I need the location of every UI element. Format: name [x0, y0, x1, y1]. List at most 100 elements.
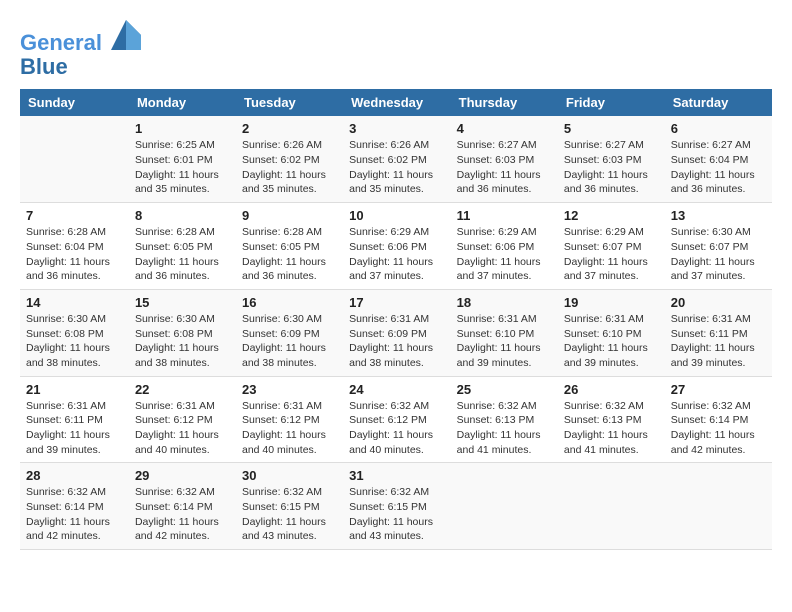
week-row-1: 1Sunrise: 6:25 AMSunset: 6:01 PMDaylight… [20, 116, 772, 202]
calendar-cell: 23 Sunrise: 6:31 AMSunset: 6:12 PMDayligh… [236, 376, 343, 463]
week-row-3: 14 Sunrise: 6:30 AMSunset: 6:08 PMDayligh… [20, 289, 772, 376]
column-header-friday: Friday [558, 89, 665, 116]
calendar-cell [665, 463, 772, 550]
calendar-cell: 11 Sunrise: 6:29 AMSunset: 6:06 PMDayligh… [451, 203, 558, 290]
day-number: 11 [457, 208, 552, 223]
cell-info: Sunrise: 6:29 AMSunset: 6:06 PMDaylight:… [349, 226, 433, 282]
calendar-cell: 5Sunrise: 6:27 AMSunset: 6:03 PMDaylight… [558, 116, 665, 202]
calendar-cell: 2 Sunrise: 6:26 AMSunset: 6:02 PMDaylight… [236, 116, 343, 202]
cell-info: Sunrise: 6:32 AMSunset: 6:14 PMDaylight:… [135, 486, 219, 542]
day-number: 22 [135, 382, 230, 397]
calendar-cell: 30Sunrise: 6:32 AMSunset: 6:15 PMDayligh… [236, 463, 343, 550]
day-number: 4 [457, 121, 552, 136]
cell-info: Sunrise: 6:26 AMSunset: 6:02 PMDaylight:… [242, 139, 326, 195]
calendar-cell [20, 116, 129, 202]
day-number: 7 [26, 208, 123, 223]
calendar-cell: 24Sunrise: 6:32 AMSunset: 6:12 PMDayligh… [343, 376, 451, 463]
day-number: 3 [349, 121, 445, 136]
day-number: 28 [26, 468, 123, 483]
day-number: 24 [349, 382, 445, 397]
calendar-cell: 4 Sunrise: 6:27 AMSunset: 6:03 PMDaylight… [451, 116, 558, 202]
column-header-tuesday: Tuesday [236, 89, 343, 116]
cell-info: Sunrise: 6:31 AMSunset: 6:09 PMDaylight:… [349, 313, 433, 369]
cell-info: Sunrise: 6:31 AMSunset: 6:11 PMDaylight:… [26, 400, 110, 456]
calendar-cell: 9 Sunrise: 6:28 AMSunset: 6:05 PMDaylight… [236, 203, 343, 290]
cell-info: Sunrise: 6:27 AMSunset: 6:04 PMDaylight:… [671, 139, 755, 195]
week-row-2: 7 Sunrise: 6:28 AMSunset: 6:04 PMDaylight… [20, 203, 772, 290]
column-header-saturday: Saturday [665, 89, 772, 116]
day-number: 2 [242, 121, 337, 136]
calendar-table: SundayMondayTuesdayWednesdayThursdayFrid… [20, 89, 772, 550]
calendar-cell: 19Sunrise: 6:31 AMSunset: 6:10 PMDayligh… [558, 289, 665, 376]
calendar-cell: 8 Sunrise: 6:28 AMSunset: 6:05 PMDaylight… [129, 203, 236, 290]
logo-blue: Blue [20, 55, 141, 79]
logo-text: General [20, 20, 141, 55]
calendar-cell [451, 463, 558, 550]
cell-info: Sunrise: 6:26 AMSunset: 6:02 PMDaylight:… [349, 139, 433, 195]
cell-info: Sunrise: 6:28 AMSunset: 6:04 PMDaylight:… [26, 226, 110, 282]
calendar-cell: 18 Sunrise: 6:31 AMSunset: 6:10 PMDayligh… [451, 289, 558, 376]
day-number: 18 [457, 295, 552, 310]
calendar-cell: 7 Sunrise: 6:28 AMSunset: 6:04 PMDaylight… [20, 203, 129, 290]
calendar-cell: 17Sunrise: 6:31 AMSunset: 6:09 PMDayligh… [343, 289, 451, 376]
calendar-cell: 13 Sunrise: 6:30 AMSunset: 6:07 PMDayligh… [665, 203, 772, 290]
cell-info: Sunrise: 6:30 AMSunset: 6:08 PMDaylight:… [26, 313, 110, 369]
day-number: 12 [564, 208, 659, 223]
calendar-body: 1Sunrise: 6:25 AMSunset: 6:01 PMDaylight… [20, 116, 772, 549]
cell-info: Sunrise: 6:30 AMSunset: 6:09 PMDaylight:… [242, 313, 326, 369]
calendar-cell: 20 Sunrise: 6:31 AMSunset: 6:11 PMDayligh… [665, 289, 772, 376]
cell-info: Sunrise: 6:31 AMSunset: 6:10 PMDaylight:… [457, 313, 541, 369]
cell-info: Sunrise: 6:31 AMSunset: 6:11 PMDaylight:… [671, 313, 755, 369]
cell-info: Sunrise: 6:29 AMSunset: 6:06 PMDaylight:… [457, 226, 541, 282]
day-number: 25 [457, 382, 552, 397]
cell-info: Sunrise: 6:31 AMSunset: 6:12 PMDaylight:… [242, 400, 326, 456]
day-number: 14 [26, 295, 123, 310]
cell-info: Sunrise: 6:30 AMSunset: 6:08 PMDaylight:… [135, 313, 219, 369]
day-number: 23 [242, 382, 337, 397]
day-number: 1 [135, 121, 230, 136]
cell-info: Sunrise: 6:32 AMSunset: 6:14 PMDaylight:… [671, 400, 755, 456]
calendar-cell: 14 Sunrise: 6:30 AMSunset: 6:08 PMDayligh… [20, 289, 129, 376]
calendar-cell: 1Sunrise: 6:25 AMSunset: 6:01 PMDaylight… [129, 116, 236, 202]
cell-info: Sunrise: 6:32 AMSunset: 6:15 PMDaylight:… [242, 486, 326, 542]
column-header-wednesday: Wednesday [343, 89, 451, 116]
calendar-cell: 16 Sunrise: 6:30 AMSunset: 6:09 PMDayligh… [236, 289, 343, 376]
cell-info: Sunrise: 6:29 AMSunset: 6:07 PMDaylight:… [564, 226, 648, 282]
cell-info: Sunrise: 6:31 AMSunset: 6:12 PMDaylight:… [135, 400, 219, 456]
calendar-cell: 26Sunrise: 6:32 AMSunset: 6:13 PMDayligh… [558, 376, 665, 463]
page-header: General Blue [20, 20, 772, 79]
cell-info: Sunrise: 6:32 AMSunset: 6:14 PMDaylight:… [26, 486, 110, 542]
day-number: 9 [242, 208, 337, 223]
week-row-4: 21 Sunrise: 6:31 AMSunset: 6:11 PMDayligh… [20, 376, 772, 463]
day-number: 6 [671, 121, 766, 136]
cell-info: Sunrise: 6:27 AMSunset: 6:03 PMDaylight:… [564, 139, 648, 195]
cell-info: Sunrise: 6:32 AMSunset: 6:13 PMDaylight:… [564, 400, 648, 456]
cell-info: Sunrise: 6:30 AMSunset: 6:07 PMDaylight:… [671, 226, 755, 282]
cell-info: Sunrise: 6:31 AMSunset: 6:10 PMDaylight:… [564, 313, 648, 369]
calendar-cell: 22 Sunrise: 6:31 AMSunset: 6:12 PMDayligh… [129, 376, 236, 463]
cell-info: Sunrise: 6:27 AMSunset: 6:03 PMDaylight:… [457, 139, 541, 195]
day-number: 15 [135, 295, 230, 310]
calendar-cell: 29Sunrise: 6:32 AMSunset: 6:14 PMDayligh… [129, 463, 236, 550]
day-number: 20 [671, 295, 766, 310]
day-number: 21 [26, 382, 123, 397]
calendar-cell: 31 Sunrise: 6:32 AMSunset: 6:15 PMDayligh… [343, 463, 451, 550]
day-number: 16 [242, 295, 337, 310]
calendar-cell: 25 Sunrise: 6:32 AMSunset: 6:13 PMDayligh… [451, 376, 558, 463]
column-header-sunday: Sunday [20, 89, 129, 116]
calendar-header: SundayMondayTuesdayWednesdayThursdayFrid… [20, 89, 772, 116]
day-number: 13 [671, 208, 766, 223]
day-number: 31 [349, 468, 445, 483]
cell-info: Sunrise: 6:32 AMSunset: 6:15 PMDaylight:… [349, 486, 433, 542]
column-header-monday: Monday [129, 89, 236, 116]
cell-info: Sunrise: 6:28 AMSunset: 6:05 PMDaylight:… [242, 226, 326, 282]
calendar-cell: 12 Sunrise: 6:29 AMSunset: 6:07 PMDayligh… [558, 203, 665, 290]
day-number: 10 [349, 208, 445, 223]
cell-info: Sunrise: 6:32 AMSunset: 6:13 PMDaylight:… [457, 400, 541, 456]
day-number: 27 [671, 382, 766, 397]
cell-info: Sunrise: 6:28 AMSunset: 6:05 PMDaylight:… [135, 226, 219, 282]
calendar-cell: 28 Sunrise: 6:32 AMSunset: 6:14 PMDayligh… [20, 463, 129, 550]
day-number: 8 [135, 208, 230, 223]
column-header-thursday: Thursday [451, 89, 558, 116]
calendar-cell: 3 Sunrise: 6:26 AMSunset: 6:02 PMDaylight… [343, 116, 451, 202]
